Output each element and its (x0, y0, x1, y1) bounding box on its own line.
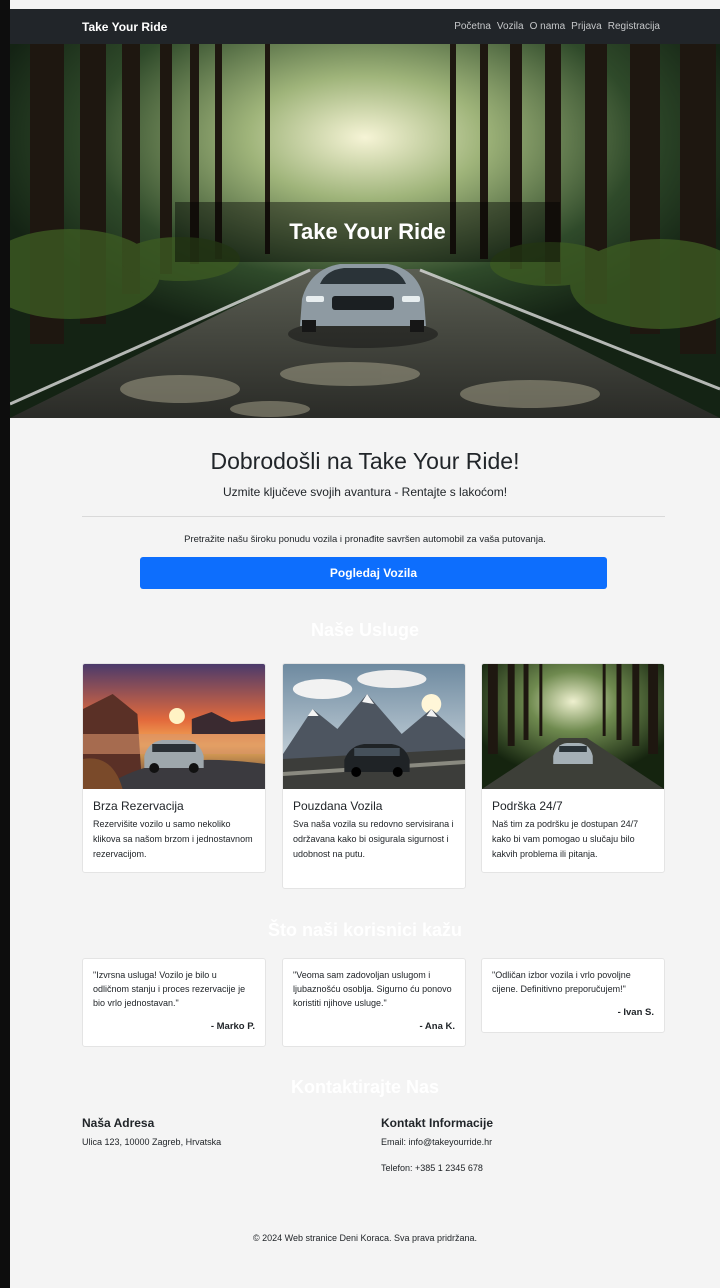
footer-copyright: © 2024 Web stranice Deni Koraca. Sva pra… (252, 1233, 478, 1243)
top-strip (10, 0, 720, 9)
hero-title-band: Take Your Ride (175, 202, 560, 262)
contact-phone: Telefon: +385 1 2345 678 (381, 1163, 483, 1173)
search-description: Pretražite našu široku ponudu vozila i p… (184, 534, 546, 545)
testimonial-card: "Izvrsna usluga! Vozilo je bilo u odličn… (82, 958, 266, 1047)
divider (82, 516, 665, 517)
welcome-lead: Uzmite ključeve svojih avantura - Rentaj… (222, 485, 508, 499)
nav-link-o-nama[interactable]: O nama (530, 21, 566, 32)
services-title: Naše Usluge (310, 620, 420, 640)
forest-road-car-image (482, 664, 664, 789)
service-card-reliable-vehicles: Pouzdana Vozila Sva naša vozila su redov… (282, 663, 466, 889)
testimonial-quote: "Odličan izbor vozila i vrlo povoljne ci… (492, 970, 631, 994)
contact-info-heading: Kontakt Informacije (381, 1116, 494, 1130)
testimonials-title: Što naši korisnici kažu (267, 920, 463, 940)
testimonial-quote: "Veoma sam zadovoljan uslugom i ljubazno… (293, 970, 452, 1008)
hero-title: Take Your Ride (289, 219, 446, 244)
nav-link-vozila[interactable]: Vozila (497, 21, 524, 32)
mountain-road-car-image (283, 664, 465, 789)
testimonial-card: "Odličan izbor vozila i vrlo povoljne ci… (481, 958, 665, 1033)
service-card-text: Naš tim za podršku je dostupan 24/7 kako… (492, 819, 639, 859)
service-card-text: Sva naša vozila su redovno servisirana i… (293, 819, 454, 859)
testimonial-author: - Marko P. (210, 1021, 255, 1032)
contact-title: Kontaktirajte Nas (290, 1077, 440, 1097)
testimonial-quote: "Izvrsna usluga! Vozilo je bilo u odličn… (93, 970, 246, 1008)
nav-link-pocetna[interactable]: Početna (454, 21, 491, 32)
hero-banner: Take Your Ride (10, 44, 720, 418)
address-heading: Naša Adresa (82, 1116, 155, 1130)
view-vehicles-button[interactable]: Pogledaj Vozila (140, 557, 607, 589)
testimonial-author: - Ana K. (419, 1021, 455, 1032)
contact-email[interactable]: Email: info@takeyourride.hr (381, 1137, 492, 1147)
window-edge (0, 0, 10, 1288)
nav-link-prijava[interactable]: Prijava (571, 21, 602, 32)
welcome-heading: Dobrodošli na Take Your Ride! (210, 448, 520, 474)
nav-links: Početna Vozila O nama Prijava Registraci… (454, 21, 660, 32)
nav-link-registracija[interactable]: Registracija (608, 21, 660, 32)
service-card-title: Podrška 24/7 (492, 799, 563, 813)
testimonial-author: - Ivan S. (617, 1007, 654, 1018)
brand-link[interactable]: Take Your Ride (82, 20, 167, 34)
service-card-text: Rezervišite vozilo u samo nekoliko kliko… (93, 819, 253, 859)
navbar: Take Your Ride Početna Vozila O nama Pri… (10, 9, 720, 44)
testimonial-card: "Veoma sam zadovoljan uslugom i ljubazno… (282, 958, 466, 1047)
service-card-title: Brza Rezervacija (93, 799, 184, 813)
sunset-coast-car-image (83, 664, 265, 789)
service-card-quick-booking: Brza Rezervacija Rezervišite vozilo u sa… (82, 663, 266, 873)
service-card-title: Pouzdana Vozila (293, 799, 383, 813)
service-card-support: Podrška 24/7 Naš tim za podršku je dostu… (481, 663, 665, 873)
address-text: Ulica 123, 10000 Zagreb, Hrvatska (82, 1137, 222, 1147)
welcome-section: Dobrodošli na Take Your Ride! Uzmite klj… (10, 448, 720, 499)
